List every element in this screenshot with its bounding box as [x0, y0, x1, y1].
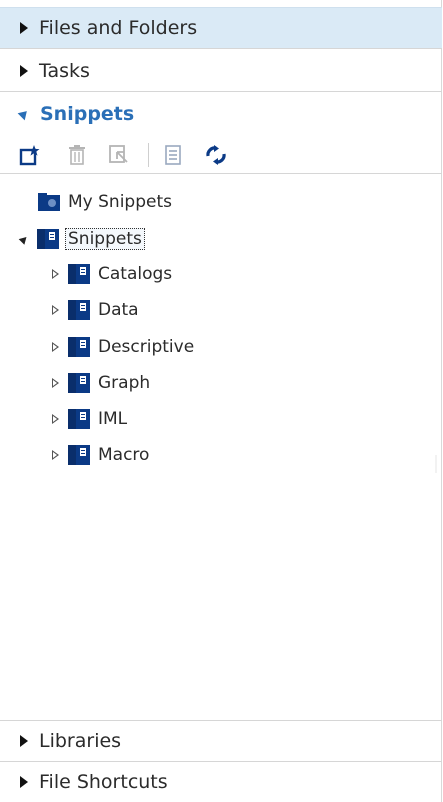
snippet-folder-icon: [68, 409, 90, 429]
refresh-icon: [206, 145, 226, 165]
snippet-folder-icon: [37, 229, 59, 249]
properties-icon: [165, 145, 181, 165]
collapsed-arrow-icon[interactable]: [52, 414, 59, 424]
new-snippet-icon: [19, 145, 40, 166]
expanded-arrow-icon: [17, 107, 31, 121]
tree-node-snippets-root[interactable]: Snippets: [18, 226, 145, 252]
tree-node-catalogs[interactable]: Catalogs: [52, 261, 172, 287]
collapsed-arrow-icon: [20, 735, 28, 747]
tree-node-label: My Snippets: [68, 192, 172, 212]
new-snippet-button[interactable]: [18, 144, 42, 166]
refresh-button[interactable]: [204, 144, 228, 166]
section-label: Tasks: [39, 59, 90, 82]
section-files-and-folders[interactable]: Files and Folders: [0, 7, 442, 49]
open-button[interactable]: [108, 144, 130, 166]
collapsed-arrow-icon[interactable]: [52, 450, 59, 460]
tree-node-label: Macro: [98, 445, 150, 465]
tree-node-macro[interactable]: Macro: [52, 442, 149, 468]
open-icon: [109, 145, 128, 163]
my-snippets-folder-icon: [38, 193, 60, 211]
navigation-pane: Files and Folders Tasks Snippets My Snip…: [0, 0, 442, 802]
section-label: Files and Folders: [39, 17, 198, 39]
tree-node-label: Graph: [98, 373, 151, 393]
section-snippets[interactable]: Snippets: [0, 92, 442, 136]
snippet-folder-icon: [68, 337, 90, 357]
tree-node-descriptive[interactable]: Descriptive: [52, 334, 194, 360]
tree-node-label: Data: [98, 300, 139, 320]
collapsed-arrow-icon[interactable]: [52, 305, 59, 315]
tree-node-label: Catalogs: [98, 264, 173, 284]
collapsed-arrow-icon: [20, 64, 28, 77]
collapsed-arrow-icon: [20, 776, 28, 788]
toolbar-divider: [148, 143, 149, 167]
snippet-folder-icon: [68, 445, 90, 465]
snippets-toolbar: [0, 136, 442, 174]
tree-node-graph[interactable]: Graph: [52, 370, 150, 396]
section-label: Snippets: [40, 103, 135, 125]
delete-icon: [69, 145, 85, 165]
snippet-folder-icon: [68, 373, 90, 393]
snippet-folder-icon: [68, 300, 90, 320]
collapsed-arrow-icon[interactable]: [52, 342, 59, 352]
properties-button[interactable]: [162, 144, 184, 166]
scroll-indicator: [435, 455, 437, 473]
snippet-folder-icon: [68, 264, 90, 284]
tree-node-label: Descriptive: [98, 337, 195, 357]
section-file-shortcuts[interactable]: File Shortcuts: [0, 762, 442, 802]
section-label: Libraries: [39, 730, 122, 752]
collapsed-arrow-icon[interactable]: [52, 378, 59, 388]
tree-node-iml[interactable]: IML: [52, 406, 127, 432]
section-libraries[interactable]: Libraries: [0, 720, 442, 762]
collapsed-arrow-icon[interactable]: [52, 269, 59, 279]
section-tasks[interactable]: Tasks: [0, 50, 442, 92]
section-label: File Shortcuts: [39, 771, 168, 793]
delete-button[interactable]: [66, 144, 88, 166]
expanded-arrow-icon[interactable]: [18, 233, 30, 245]
collapsed-arrow-icon: [20, 22, 28, 34]
tree-node-label: Snippets: [65, 228, 145, 250]
tree-node-label: IML: [98, 409, 128, 429]
tree-node-my-snippets[interactable]: My Snippets: [38, 189, 172, 215]
tree-node-data[interactable]: Data: [52, 297, 139, 323]
